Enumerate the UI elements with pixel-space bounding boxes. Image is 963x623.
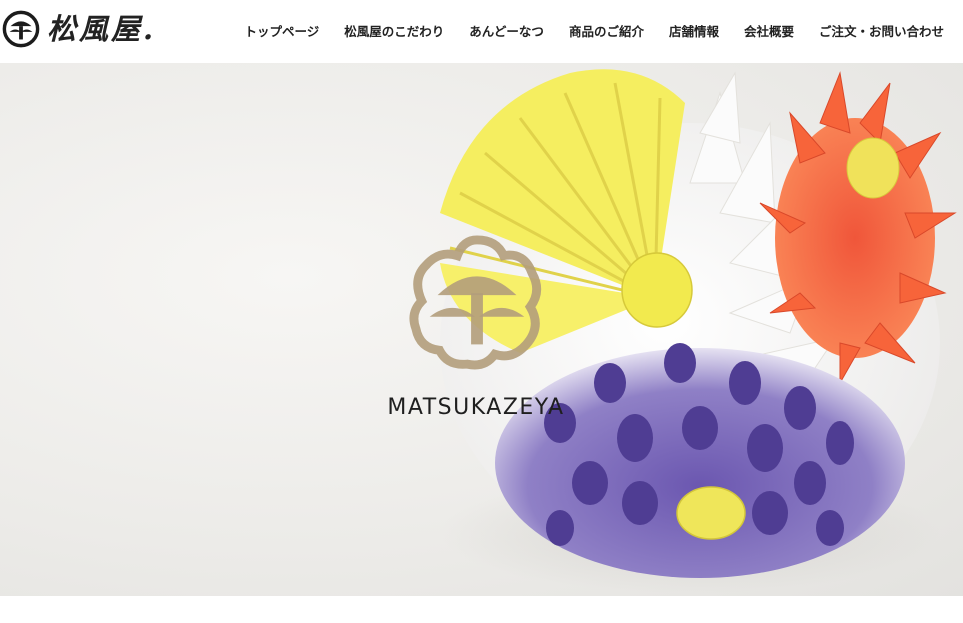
site-logo[interactable]: 松風屋. bbox=[2, 9, 156, 49]
nav-item-an-donut[interactable]: あんどーなつ bbox=[457, 0, 557, 63]
hero-banner: MATSUKAZEYA bbox=[0, 63, 963, 596]
logo-text: 松風屋. bbox=[47, 12, 157, 46]
matsukazeya-crest-icon bbox=[2, 10, 40, 48]
nav-item-top[interactable]: トップページ bbox=[232, 0, 332, 63]
brand-crest-icon bbox=[409, 235, 542, 370]
page-footer-area bbox=[0, 596, 963, 623]
nav-item-contact[interactable]: ご注文・お問い合わせ bbox=[806, 0, 944, 63]
site-header: 松風屋. トップページ 松風屋のこだわり あんどーなつ 商品のご紹介 店舗情報 … bbox=[0, 0, 963, 63]
nav-item-company[interactable]: 会社概要 bbox=[731, 0, 806, 63]
nav-item-stores[interactable]: 店舗情報 bbox=[656, 0, 731, 63]
hero-brand-name: MATSUKAZEYA bbox=[387, 395, 565, 420]
main-nav: トップページ 松風屋のこだわり あんどーなつ 商品のご紹介 店舗情報 会社概要 … bbox=[232, 0, 944, 63]
nav-item-products[interactable]: 商品のご紹介 bbox=[556, 0, 656, 63]
nav-item-commitment[interactable]: 松風屋のこだわり bbox=[332, 0, 457, 63]
